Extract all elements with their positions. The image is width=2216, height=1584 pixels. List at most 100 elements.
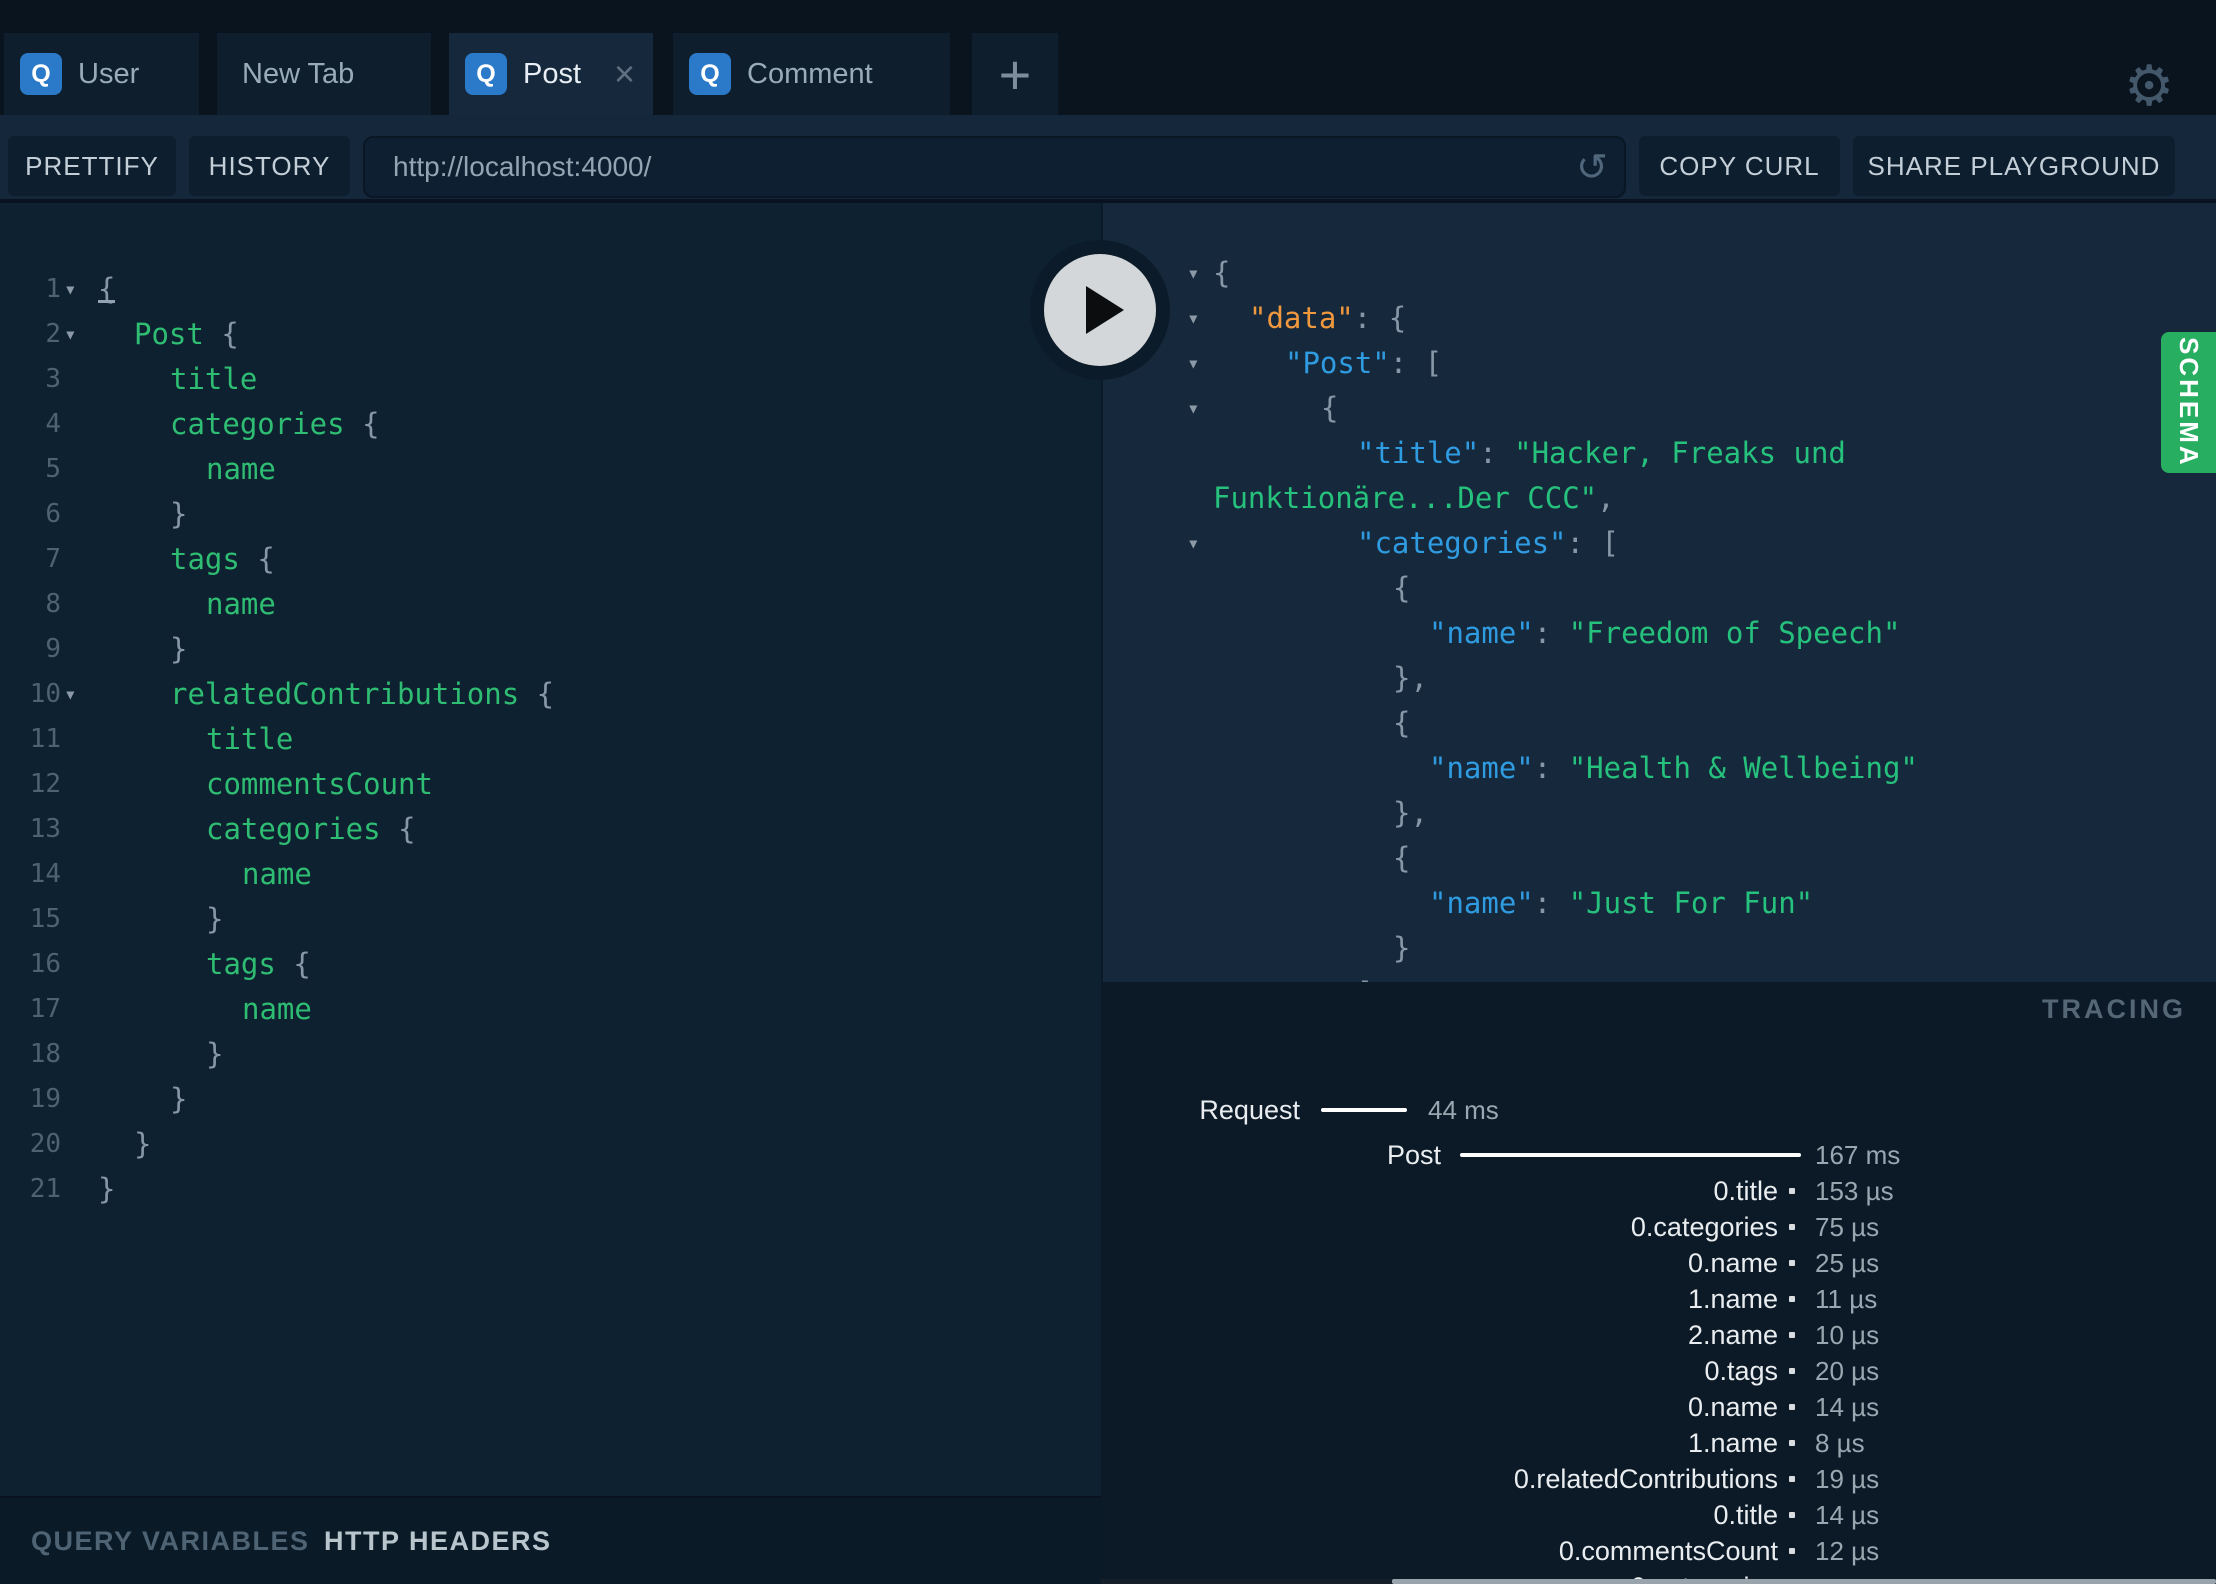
add-tab-button[interactable]: + — [972, 33, 1058, 115]
fold-arrow-icon[interactable]: ▾ — [64, 672, 77, 717]
line-number: 18 — [29, 1039, 61, 1069]
code-token: categories — [206, 812, 399, 846]
code-text: } — [98, 1167, 115, 1212]
code-token: name — [206, 452, 276, 486]
tracing-field-label: 0.name — [1687, 1248, 1778, 1278]
tracing-dot-icon — [1789, 1548, 1795, 1554]
tab-comment[interactable]: Q Comment — [673, 33, 950, 115]
code-text: Funktionäre...Der CCC", — [1213, 476, 1615, 521]
code-line: "title": "Hacker, Freaks und — [1103, 431, 2216, 476]
fold-arrow-icon[interactable]: ▾ — [64, 312, 77, 357]
code-text: "data": { — [1249, 296, 1406, 341]
tracing-field-label: Request — [1199, 1095, 1300, 1125]
code-token: : — [1533, 751, 1569, 785]
tracing-title: TRACING — [2042, 994, 2186, 1024]
code-token: "Just For Fun" — [1568, 886, 1814, 920]
tracing-duration-value: 44 ms — [1428, 1095, 1499, 1125]
code-line: } — [1103, 926, 2216, 971]
code-token: { — [221, 317, 239, 351]
code-text: } — [170, 1077, 187, 1122]
code-text: { — [1213, 251, 1230, 296]
code-line: { — [1103, 836, 2216, 881]
code-token: "categories" — [1357, 526, 1567, 560]
tab-user[interactable]: Q User — [4, 33, 199, 115]
code-text: categories { — [206, 807, 416, 852]
toolbar: PRETTIFY HISTORY http://localhost:4000/ … — [0, 115, 2216, 203]
tracing-field-label: 0.name — [1687, 1392, 1778, 1422]
tracing-row: 0.title 153 µs — [1101, 1173, 2216, 1209]
tracing-hscrollbar-thumb[interactable] — [1392, 1579, 2216, 1584]
settings-gear-icon[interactable]: ⚙ — [2124, 58, 2174, 114]
share-playground-button[interactable]: SHARE PLAYGROUND — [1853, 136, 2175, 196]
code-text: title — [206, 717, 293, 762]
code-text: "categories": [ — [1357, 521, 1619, 566]
code-token: : — [1353, 301, 1389, 335]
code-line: 12 commentsCount — [0, 762, 1101, 807]
code-token: { — [1393, 571, 1411, 605]
line-number: 14 — [29, 859, 61, 889]
code-line: ▾ "categories": [ — [1103, 521, 2216, 566]
fold-arrow-icon[interactable]: ▾ — [1187, 296, 1200, 341]
code-token: } — [1393, 931, 1411, 965]
line-number: 7 — [45, 544, 61, 574]
close-tab-icon[interactable]: × — [614, 56, 635, 92]
tracing-duration-value: 25 µs — [1815, 1248, 1880, 1278]
schema-sidebar-button[interactable]: SCHEMA — [2161, 332, 2216, 473]
history-button[interactable]: HISTORY — [189, 136, 350, 196]
query-badge-icon: Q — [689, 53, 731, 95]
fold-arrow-icon[interactable]: ▾ — [1187, 341, 1200, 386]
code-token: } — [170, 497, 188, 531]
tracing-duration-value: 167 ms — [1815, 1140, 1901, 1170]
tracing-row: 0.relatedContributions 19 µs — [1101, 1461, 2216, 1497]
schema-label: SCHEMA — [2174, 337, 2204, 468]
fold-arrow-icon[interactable]: ▾ — [1187, 521, 1200, 566]
tab-post[interactable]: Q Post × — [449, 33, 653, 115]
code-token: { — [1393, 706, 1411, 740]
fold-arrow-icon[interactable]: ▾ — [64, 267, 77, 312]
code-text: Post { — [134, 312, 239, 357]
line-number: 12 — [29, 769, 61, 799]
query-variables-tab[interactable]: QUERY VARIABLES — [31, 1524, 310, 1558]
tracing-duration-value: 14 µs — [1815, 1500, 1880, 1530]
code-line: 2 ▾ Post { — [0, 312, 1101, 357]
code-token: } — [134, 1127, 152, 1161]
execute-query-button[interactable] — [1030, 240, 1170, 380]
code-text: "name": "Freedom of Speech" — [1429, 611, 1900, 656]
prettify-button[interactable]: PRETTIFY — [8, 136, 176, 196]
code-line: ▾{ — [1103, 386, 2216, 431]
line-number: 20 — [29, 1129, 61, 1159]
code-text: name — [206, 582, 276, 627]
code-token: { — [293, 947, 311, 981]
line-number: 2 — [45, 319, 61, 349]
code-text: ] — [1357, 971, 1374, 982]
code-line: 18} — [0, 1032, 1101, 1077]
code-line: 10 ▾ relatedContributions { — [0, 672, 1101, 717]
tracing-dot-icon — [1789, 1512, 1795, 1518]
code-text: } — [170, 627, 187, 672]
line-number: 16 — [29, 949, 61, 979]
editor-bottom-bar: QUERY VARIABLES HTTP HEADERS — [0, 1496, 1101, 1584]
code-token: { — [1213, 256, 1231, 290]
code-token: { — [257, 542, 275, 576]
code-token: "name" — [1429, 751, 1534, 785]
fold-arrow-icon[interactable]: ▾ — [1187, 386, 1200, 431]
line-number: 4 — [45, 409, 61, 439]
copy-curl-button[interactable]: COPY CURL — [1639, 136, 1840, 196]
graphql-playground-window: Q User New Tab Q Post × Q Comment + ⚙ PR… — [0, 0, 2216, 1584]
code-token: name — [242, 992, 312, 1026]
tracing-field-label: 1.name — [1687, 1284, 1778, 1314]
query-badge-icon: Q — [20, 53, 62, 95]
reload-schema-icon[interactable]: ↺ — [1576, 145, 1608, 190]
code-token: [ — [1424, 346, 1443, 380]
code-line: Funktionäre...Der CCC", — [1103, 476, 2216, 521]
endpoint-url-value[interactable]: http://localhost:4000/ — [393, 151, 1576, 183]
endpoint-url-input[interactable]: http://localhost:4000/ ↺ — [363, 136, 1626, 198]
code-token: { — [536, 677, 555, 711]
code-line: ] — [1103, 971, 2216, 982]
tab-new-tab[interactable]: New Tab — [217, 33, 431, 115]
fold-arrow-icon[interactable]: ▾ — [1187, 251, 1200, 296]
query-editor[interactable]: 1 ▾{2 ▾ Post {3 title 4 categories {5 name 6} 7 ta… — [0, 203, 1101, 1496]
line-number: 11 — [29, 724, 61, 754]
http-headers-tab[interactable]: HTTP HEADERS — [324, 1524, 552, 1558]
line-number: 3 — [45, 364, 61, 394]
